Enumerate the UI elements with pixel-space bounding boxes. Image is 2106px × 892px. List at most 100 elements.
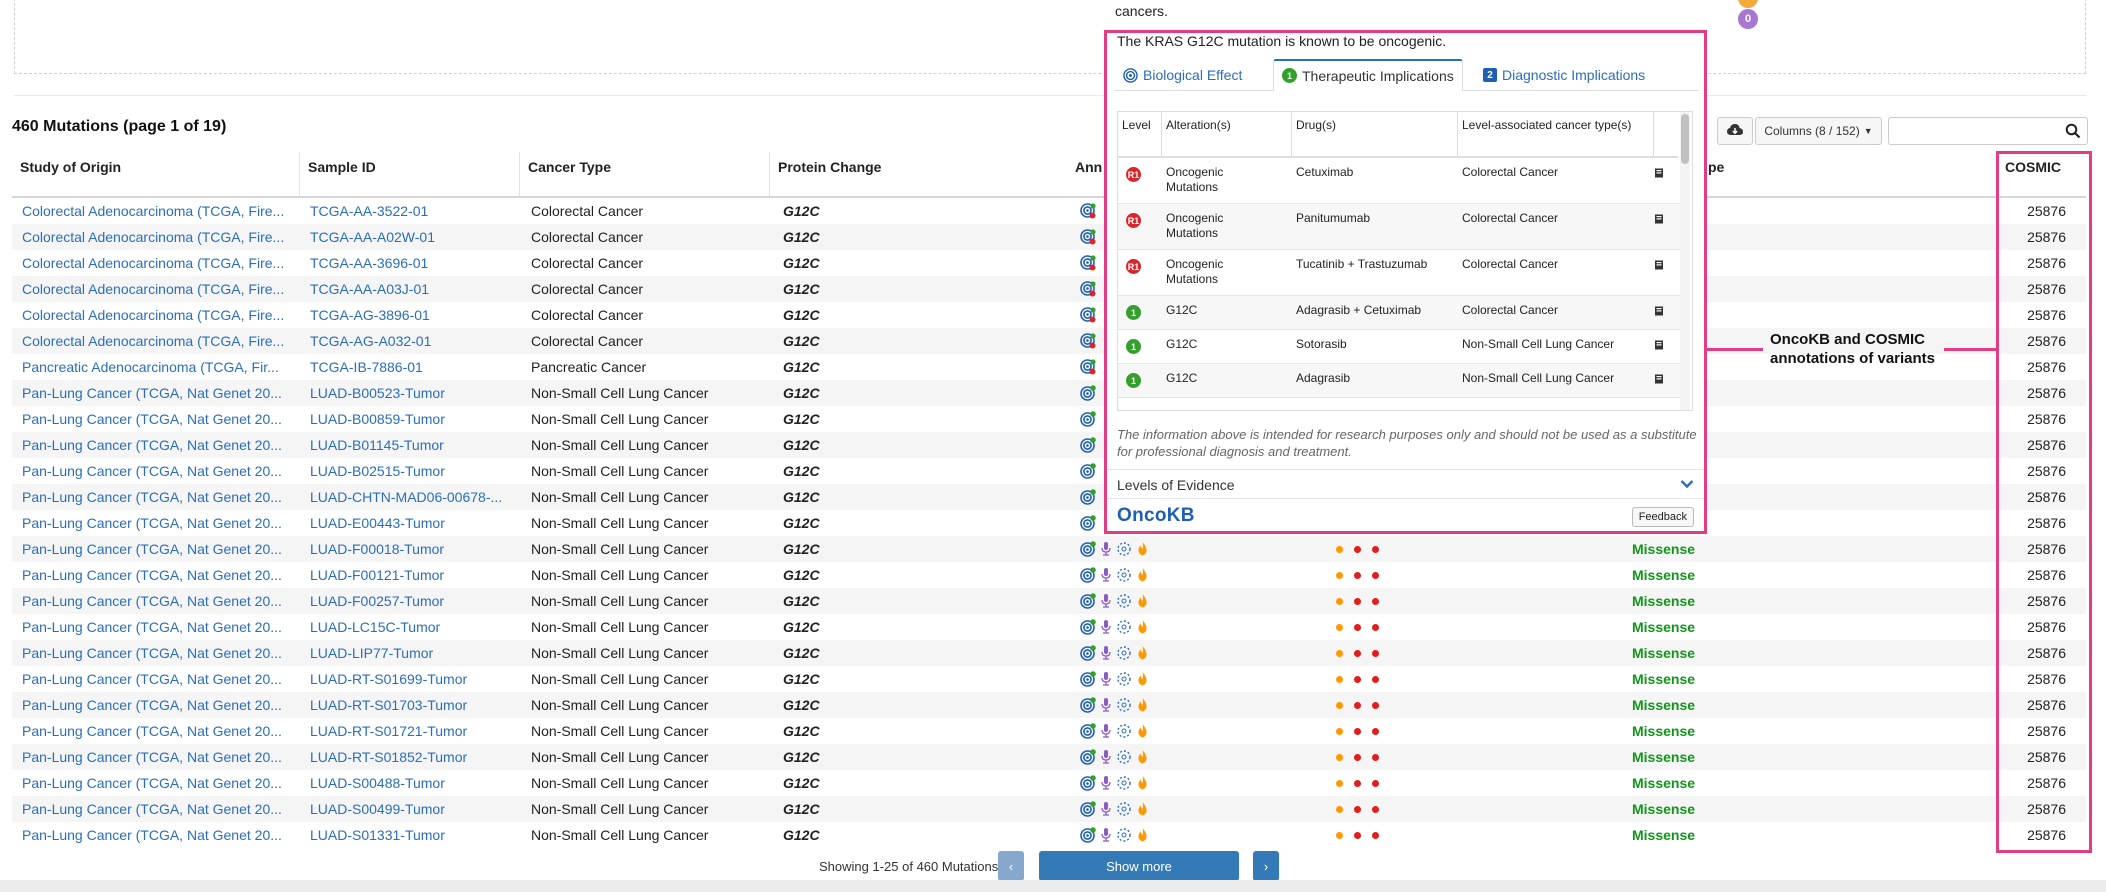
hotspot-icon[interactable]: [1136, 645, 1149, 661]
col-cancer-types[interactable]: Level-associated cancer type(s): [1458, 112, 1654, 156]
header-cancer-type[interactable]: Cancer Type: [520, 152, 770, 196]
study-link[interactable]: Colorectal Adenocarcinoma (TCGA, Fire...: [22, 276, 300, 302]
oncokb-icon[interactable]: [1080, 307, 1096, 323]
my-cancer-genome-icon[interactable]: [1116, 723, 1132, 739]
civic-icon[interactable]: [1100, 645, 1112, 661]
civic-icon[interactable]: [1100, 801, 1112, 817]
search-icon[interactable]: [2065, 123, 2081, 139]
sample-link[interactable]: TCGA-IB-7886-01: [310, 354, 524, 380]
oncokb-icon[interactable]: [1080, 411, 1096, 427]
references-icon[interactable]: [1653, 304, 1665, 320]
header-study[interactable]: Study of Origin: [12, 152, 300, 196]
references-icon[interactable]: [1653, 166, 1665, 182]
search-box[interactable]: [1888, 117, 2088, 145]
my-cancer-genome-icon[interactable]: [1116, 593, 1132, 609]
hotspot-icon[interactable]: [1136, 749, 1149, 765]
horizontal-scrollbar[interactable]: [0, 880, 2106, 892]
study-link[interactable]: Pan-Lung Cancer (TCGA, Nat Genet 20...: [22, 614, 300, 640]
oncokb-icon[interactable]: [1080, 697, 1096, 713]
oncokb-icon[interactable]: [1080, 619, 1096, 635]
oncokb-icon[interactable]: [1080, 489, 1096, 505]
hotspot-icon[interactable]: [1136, 619, 1149, 635]
sample-link[interactable]: TCGA-AG-3896-01: [310, 302, 524, 328]
civic-icon[interactable]: [1100, 827, 1112, 843]
sample-link[interactable]: LUAD-LIP77-Tumor: [310, 640, 524, 666]
sample-link[interactable]: LUAD-S00488-Tumor: [310, 770, 524, 796]
study-link[interactable]: Pan-Lung Cancer (TCGA, Nat Genet 20...: [22, 718, 300, 744]
columns-dropdown[interactable]: Columns (8 / 152) ▼: [1755, 117, 1882, 145]
col-drugs[interactable]: Drug(s): [1292, 112, 1458, 156]
sample-link[interactable]: TCGA-AA-A02W-01: [310, 224, 524, 250]
col-alterations[interactable]: Alteration(s): [1162, 112, 1292, 156]
study-link[interactable]: Pan-Lung Cancer (TCGA, Nat Genet 20...: [22, 562, 300, 588]
header-protein-change[interactable]: Protein Change: [770, 152, 1070, 196]
oncokb-icon[interactable]: [1080, 333, 1096, 349]
civic-icon[interactable]: [1100, 723, 1112, 739]
sample-link[interactable]: LUAD-S00499-Tumor: [310, 796, 524, 822]
study-link[interactable]: Pan-Lung Cancer (TCGA, Nat Genet 20...: [22, 484, 300, 510]
table-scroll-thumb[interactable]: [1681, 114, 1689, 164]
oncokb-icon[interactable]: [1080, 671, 1096, 687]
oncokb-icon[interactable]: [1080, 255, 1096, 271]
civic-icon[interactable]: [1100, 541, 1112, 557]
my-cancer-genome-icon[interactable]: [1116, 541, 1132, 557]
civic-icon[interactable]: [1100, 775, 1112, 791]
next-page-button[interactable]: ›: [1253, 851, 1279, 881]
sample-link[interactable]: LUAD-CHTN-MAD06-00678-...: [310, 484, 524, 510]
sample-link[interactable]: TCGA-AA-A03J-01: [310, 276, 524, 302]
references-icon[interactable]: [1653, 372, 1665, 388]
study-link[interactable]: Colorectal Adenocarcinoma (TCGA, Fire...: [22, 302, 300, 328]
study-link[interactable]: Pan-Lung Cancer (TCGA, Nat Genet 20...: [22, 692, 300, 718]
study-link[interactable]: Pan-Lung Cancer (TCGA, Nat Genet 20...: [22, 432, 300, 458]
oncokb-icon[interactable]: [1080, 385, 1096, 401]
civic-icon[interactable]: [1100, 671, 1112, 687]
sample-link[interactable]: LUAD-LC15C-Tumor: [310, 614, 524, 640]
sample-link[interactable]: LUAD-F00121-Tumor: [310, 562, 524, 588]
sample-link[interactable]: LUAD-F00257-Tumor: [310, 588, 524, 614]
study-link[interactable]: Colorectal Adenocarcinoma (TCGA, Fire...: [22, 328, 300, 354]
civic-icon[interactable]: [1100, 697, 1112, 713]
study-link[interactable]: Pancreatic Adenocarcinoma (TCGA, Fir...: [22, 354, 300, 380]
my-cancer-genome-icon[interactable]: [1116, 801, 1132, 817]
oncokb-icon[interactable]: [1080, 567, 1096, 583]
my-cancer-genome-icon[interactable]: [1116, 775, 1132, 791]
study-link[interactable]: Pan-Lung Cancer (TCGA, Nat Genet 20...: [22, 536, 300, 562]
hotspot-icon[interactable]: [1136, 541, 1149, 557]
tab-therapeutic-implications[interactable]: 1 Therapeutic Implications: [1273, 59, 1463, 91]
references-icon[interactable]: [1653, 258, 1665, 274]
oncokb-icon[interactable]: [1080, 801, 1096, 817]
civic-icon[interactable]: [1100, 749, 1112, 765]
oncokb-icon[interactable]: [1080, 749, 1096, 765]
feedback-button[interactable]: Feedback: [1631, 507, 1694, 527]
study-link[interactable]: Pan-Lung Cancer (TCGA, Nat Genet 20...: [22, 666, 300, 692]
study-link[interactable]: Colorectal Adenocarcinoma (TCGA, Fire...: [22, 224, 300, 250]
my-cancer-genome-icon[interactable]: [1116, 697, 1132, 713]
study-link[interactable]: Pan-Lung Cancer (TCGA, Nat Genet 20...: [22, 510, 300, 536]
hotspot-icon[interactable]: [1136, 593, 1149, 609]
study-link[interactable]: Pan-Lung Cancer (TCGA, Nat Genet 20...: [22, 640, 300, 666]
show-more-button[interactable]: Show more: [1039, 851, 1239, 881]
study-link[interactable]: Colorectal Adenocarcinoma (TCGA, Fire...: [22, 198, 300, 224]
sample-link[interactable]: TCGA-AA-3522-01: [310, 198, 524, 224]
oncokb-icon[interactable]: [1080, 203, 1096, 219]
col-level[interactable]: Level: [1118, 112, 1162, 156]
oncokb-icon[interactable]: [1080, 775, 1096, 791]
study-link[interactable]: Pan-Lung Cancer (TCGA, Nat Genet 20...: [22, 588, 300, 614]
civic-icon[interactable]: [1100, 593, 1112, 609]
oncokb-logo[interactable]: OncoKB: [1117, 505, 1195, 527]
my-cancer-genome-icon[interactable]: [1116, 645, 1132, 661]
civic-icon[interactable]: [1100, 567, 1112, 583]
hotspot-icon[interactable]: [1136, 723, 1149, 739]
study-link[interactable]: Pan-Lung Cancer (TCGA, Nat Genet 20...: [22, 458, 300, 484]
study-link[interactable]: Pan-Lung Cancer (TCGA, Nat Genet 20...: [22, 796, 300, 822]
sample-link[interactable]: LUAD-E00443-Tumor: [310, 510, 524, 536]
oncokb-icon[interactable]: [1080, 593, 1096, 609]
study-link[interactable]: Pan-Lung Cancer (TCGA, Nat Genet 20...: [22, 380, 300, 406]
my-cancer-genome-icon[interactable]: [1116, 749, 1132, 765]
oncokb-icon[interactable]: [1080, 359, 1096, 375]
sample-link[interactable]: LUAD-RT-S01852-Tumor: [310, 744, 524, 770]
sample-link[interactable]: LUAD-B01145-Tumor: [310, 432, 524, 458]
oncokb-icon[interactable]: [1080, 437, 1096, 453]
header-mutation-type[interactable]: pe: [1700, 152, 2000, 196]
oncokb-icon[interactable]: [1080, 229, 1096, 245]
